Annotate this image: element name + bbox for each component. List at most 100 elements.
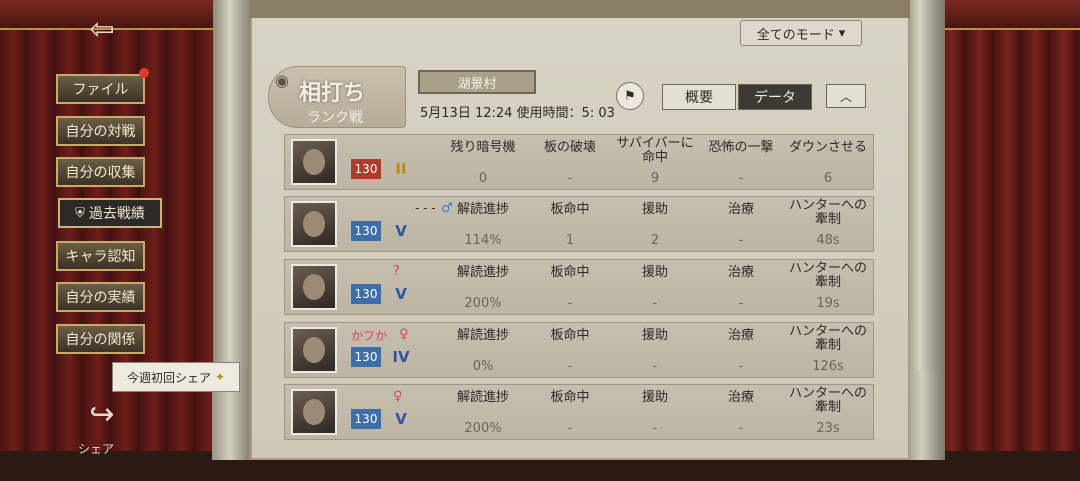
stat-value: - — [738, 421, 744, 436]
tab-overview[interactable]: 概要 — [662, 84, 736, 110]
stat-value: - — [652, 359, 658, 374]
map-name: 湖景村 — [418, 70, 536, 94]
rank-badge-icon: V — [395, 410, 407, 428]
player-name: - - - — [415, 201, 436, 215]
avatar — [291, 264, 337, 310]
level-badge: 130 — [351, 284, 381, 304]
report-flag-icon[interactable]: ⚑ — [616, 82, 644, 110]
stat-label: サバイバーに 命中 — [616, 136, 694, 165]
stat-label: 援助 — [641, 202, 668, 217]
chevron-down-icon: ▾ — [838, 25, 846, 41]
share-tip-text: 今週初回シェア — [126, 370, 211, 385]
level-badge: 130 — [351, 409, 381, 429]
avatar — [291, 201, 337, 247]
stat-label: 板命中 — [550, 265, 590, 280]
avatar — [291, 139, 337, 185]
stat-value: - — [652, 421, 658, 436]
avatar — [291, 327, 337, 373]
rank-badge-icon: V — [395, 222, 407, 240]
stat-value: 0 — [478, 171, 488, 186]
stat-value: 200% — [464, 296, 502, 311]
player-row-survivor[interactable]: かフか ♀ 130 IV 解読進捗 板命中 援助 治療 ハンターへの 牽制 0%… — [284, 322, 874, 378]
share-icon[interactable]: ↪ — [80, 394, 124, 434]
match-header: ◉ 相打ち ランク戦 湖景村 5月13日 12:24 使用時間：5: 03 ⚑ … — [268, 66, 880, 128]
stat-value: 9 — [650, 171, 660, 186]
match-mode-label: ランク戦 — [307, 110, 363, 126]
sidebar-item-my-matches[interactable]: 自分の対戦 — [56, 116, 145, 146]
back-door-icon[interactable]: ⇦ — [80, 10, 124, 48]
player-row-hunter[interactable]: 130 II 残り暗号機 板の破壊 サバイバーに 命中 恐怖の一撃 ダウンさせる… — [284, 134, 874, 190]
stat-value: 1 — [565, 233, 575, 248]
rank-badge-icon: IV — [392, 348, 410, 366]
gender-icon: ♀ — [399, 327, 409, 342]
stat-value: 114% — [464, 233, 502, 248]
gender-icon: ♀ — [393, 389, 403, 404]
stat-value: 126s — [812, 359, 844, 374]
stat-label: ダウンさせる — [788, 140, 867, 155]
stat-label: 板命中 — [550, 328, 590, 343]
stat-label: 解読進捗 — [456, 265, 509, 280]
stat-label: 板命中 — [550, 390, 590, 405]
stat-value: - — [567, 296, 573, 311]
stat-value: 23s — [816, 421, 840, 436]
stat-label: 解読進捗 — [456, 390, 509, 405]
gender-icon: ? — [393, 264, 400, 279]
stat-value: - — [567, 171, 573, 186]
stat-value: - — [738, 359, 744, 374]
rank-badge-icon: II — [395, 160, 407, 178]
tab-data[interactable]: データ — [738, 84, 812, 110]
sidebar-item-achievements[interactable]: 自分の実績 — [56, 282, 145, 312]
puzzle-piece-icon: ✦ — [214, 370, 226, 384]
stat-label: 解読進捗 — [456, 202, 509, 217]
stat-label: 治療 — [727, 390, 754, 405]
stat-label: 治療 — [727, 328, 754, 343]
avatar — [291, 389, 337, 435]
stat-label: ハンターへの 牽制 — [788, 386, 867, 415]
player-row-survivor[interactable]: ♀ 130 V 解読進捗 板命中 援助 治療 ハンターへの 牽制 200% - … — [284, 384, 874, 440]
match-title-box: ◉ 相打ち ランク戦 — [268, 66, 406, 128]
sidebar-item-past-records[interactable]: ⛨ 過去戦績 — [58, 198, 162, 228]
camera-icon: ◉ — [275, 71, 289, 90]
sidebar-item-my-collection[interactable]: 自分の収集 — [56, 157, 145, 187]
stat-label: ハンターへの 牽制 — [788, 261, 867, 290]
stat-label: 解読進捗 — [456, 328, 509, 343]
sidebar-item-character-knowledge[interactable]: キャラ認知 — [56, 241, 145, 271]
stat-value: 19s — [816, 296, 840, 311]
rank-badge-icon: V — [395, 285, 407, 303]
collapse-button[interactable]: ︿ — [826, 84, 866, 108]
sidebar-item-file[interactable]: ファイル — [56, 74, 145, 104]
stat-label: 恐怖の一撃 — [708, 140, 774, 155]
stat-value: - — [652, 296, 658, 311]
stat-value: - — [738, 171, 744, 186]
sidebar-item-relations[interactable]: 自分の関係 — [56, 324, 145, 354]
stat-label: 板命中 — [550, 202, 590, 217]
stat-value: 2 — [650, 233, 660, 248]
shield-icon: ⛨ — [75, 205, 85, 221]
stat-label: ハンターへの 牽制 — [788, 324, 867, 353]
stat-value: - — [567, 359, 573, 374]
stat-label: 援助 — [641, 265, 668, 280]
stat-value: 0% — [472, 359, 494, 374]
mode-filter-label: 全てのモード — [756, 27, 835, 43]
panel-top-frame — [250, 0, 910, 18]
stat-label: 板の破壊 — [543, 140, 596, 155]
match-datetime: 5月13日 12:24 使用時間：5: 03 — [420, 106, 615, 121]
stat-label: 治療 — [727, 202, 754, 217]
mode-filter-button[interactable]: 全てのモード ▾ — [740, 20, 862, 46]
stat-value: 6 — [823, 171, 833, 186]
stat-value: - — [738, 233, 744, 248]
level-badge: 130 — [351, 159, 381, 179]
stat-label: ハンターへの 牽制 — [788, 198, 867, 227]
sidebar-item-label: 過去戦績 — [88, 206, 145, 222]
stat-label: 治療 — [727, 265, 754, 280]
match-result-title: 相打ち — [299, 81, 366, 106]
stat-value: - — [738, 296, 744, 311]
stat-label: 援助 — [641, 390, 668, 405]
level-badge: 130 — [351, 347, 381, 367]
level-badge: 130 — [351, 221, 381, 241]
share-label: シェア — [78, 442, 115, 456]
player-row-survivor[interactable]: ? 130 V 解読進捗 板命中 援助 治療 ハンターへの 牽制 200% - … — [284, 259, 874, 315]
stat-value: - — [567, 421, 573, 436]
stat-value: 200% — [464, 421, 502, 436]
player-row-survivor[interactable]: - - - ♂ 130 V 解読進捗 板命中 援助 治療 ハンターへの 牽制 1… — [284, 196, 874, 252]
